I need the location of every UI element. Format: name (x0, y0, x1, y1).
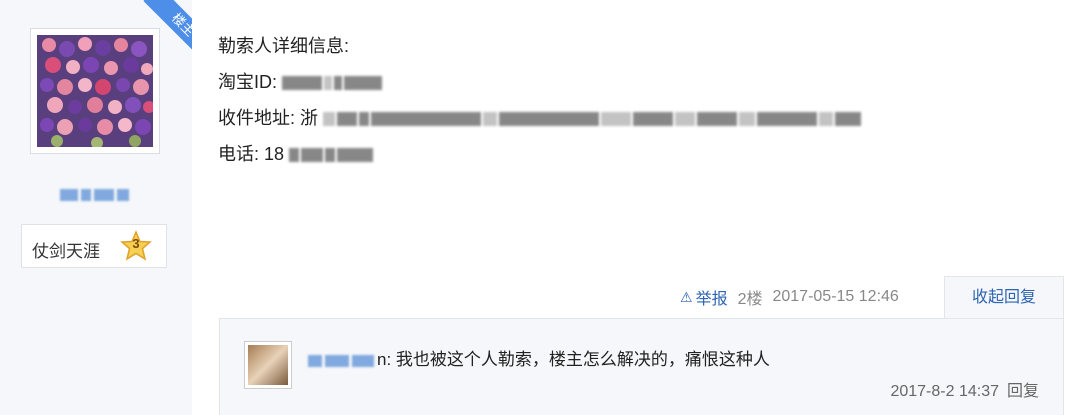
report-button[interactable]: ⚠ 举报 (680, 285, 728, 309)
reply-avatar-image (248, 345, 288, 385)
rank-level: 3 (132, 236, 140, 251)
reply-username[interactable] (308, 350, 377, 370)
post-line-extortioner-info: 勒索人详细信息: (218, 32, 863, 68)
post-line-address: 收件地址: 浙 (218, 104, 863, 140)
avatar-image (37, 35, 153, 147)
reply-text: 我也被这个人勒索，楼主怎么解决的，痛恨这种人 (395, 350, 770, 369)
avatar[interactable] (30, 28, 160, 154)
warning-icon: ⚠ (680, 288, 693, 305)
user-sidebar: 楼主 仗剑天涯 3 (0, 0, 192, 415)
username[interactable] (0, 186, 192, 204)
reply-meta: 2017-8-2 14:37 回复 (882, 377, 1039, 401)
reply-avatar[interactable] (244, 341, 292, 389)
floor-number: 2楼 (737, 291, 763, 308)
flower-avatar-icon (37, 35, 153, 147)
post-footer: ⚠ 举报 2楼 2017-05-15 12:46 (680, 282, 899, 312)
post-timestamp: 2017-05-15 12:46 (772, 288, 899, 305)
post-line-label: 收件地址: 浙 (218, 108, 319, 128)
user-rank-badge[interactable]: 仗剑天涯 3 (21, 224, 167, 268)
post-line-label: 淘宝ID: (218, 72, 278, 92)
rank-name: 仗剑天涯 (32, 242, 100, 261)
reply-button[interactable]: 回复 (1007, 383, 1039, 400)
collapse-replies-button[interactable]: 收起回复 (944, 276, 1064, 318)
redacted-value (289, 144, 375, 164)
reply-body: n: 我也被这个人勒索，楼主怎么解决的，痛恨这种人 (308, 345, 770, 370)
redacted-value (282, 72, 384, 92)
reply-panel: n: 我也被这个人勒索，楼主怎么解决的，痛恨这种人 2017-8-2 14:37… (219, 318, 1064, 415)
reply-username-suffix: n: (377, 350, 392, 369)
report-label: 举报 (695, 291, 728, 308)
post-line-label: 勒索人详细信息: (218, 36, 350, 56)
post-line-label: 电话: 18 (218, 144, 285, 164)
redacted-value (323, 108, 863, 128)
post-line-taobao-id: 淘宝ID: (218, 68, 863, 104)
reply-timestamp: 2017-8-2 14:37 (890, 383, 999, 400)
post-content: 勒索人详细信息: 淘宝ID: 收件地址: 浙 电话: 18 (218, 32, 863, 176)
post-line-phone: 电话: 18 (218, 140, 863, 176)
